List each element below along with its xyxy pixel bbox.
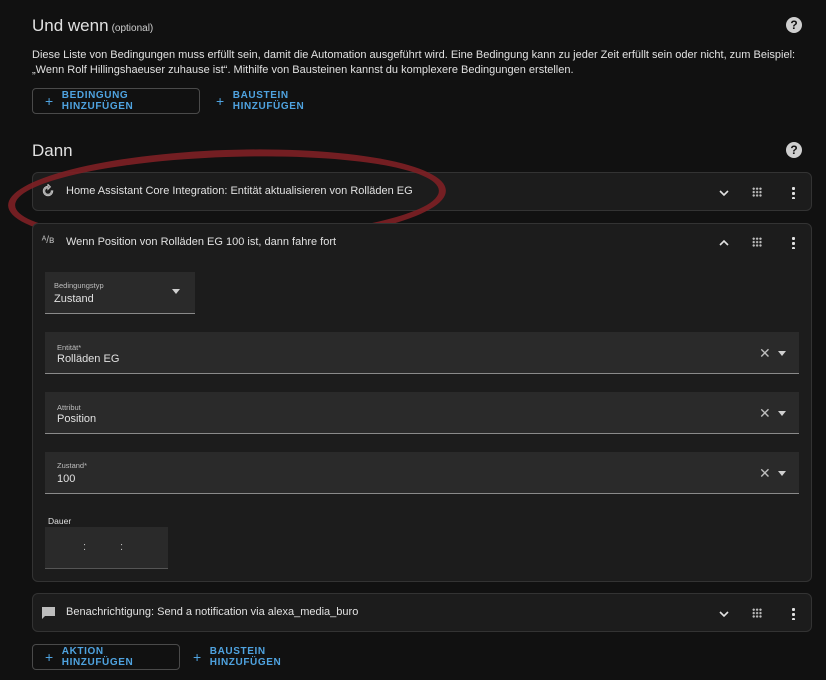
more-options-icon[interactable]: [792, 236, 795, 249]
duration-label: Dauer: [48, 516, 72, 526]
action-row-condition: ᴬ/ʙ Wenn Position von Rolläden EG 100 is…: [32, 223, 812, 582]
plus-icon: +: [45, 649, 54, 665]
entity-value: Rolläden EG: [57, 353, 120, 365]
drag-handle-icon[interactable]: [752, 187, 762, 197]
add-action-label: AKTION HINZUFÜGEN: [61, 646, 134, 668]
add-condition-button[interactable]: + BEDINGUNG HINZUFÜGEN: [32, 88, 200, 114]
plus-icon: +: [216, 93, 225, 109]
action-title: Benachrichtigung: Send a notification vi…: [66, 606, 359, 618]
attribute-label: Attribut: [57, 403, 81, 412]
duration-input[interactable]: : :: [45, 527, 168, 569]
drag-handle-icon[interactable]: [752, 237, 762, 247]
condition-type-value: Zustand: [54, 293, 94, 305]
action-title: Wenn Position von Rolläden EG 100 ist, d…: [66, 236, 337, 248]
attribute-field[interactable]: Attribut Position ✕: [45, 392, 799, 434]
add-condition-block-button[interactable]: + BAUSTEIN HINZUFÜGEN: [204, 88, 364, 114]
conditions-optional: (optional): [111, 23, 154, 34]
help-icon[interactable]: ?: [786, 17, 802, 33]
dropdown-arrow-icon[interactable]: [778, 471, 786, 477]
add-condition-block-label: BAUSTEIN HINZUFÜGEN: [232, 90, 305, 112]
drag-handle-icon[interactable]: [752, 608, 762, 618]
conditions-title: Und wenn: [32, 16, 109, 35]
state-label: Zustand*: [57, 461, 88, 470]
duration-separator: :: [120, 541, 124, 553]
ab-icon: ᴬ/ʙ: [41, 235, 55, 246]
more-options-icon[interactable]: [792, 186, 795, 199]
help-icon[interactable]: ?: [786, 142, 802, 158]
clear-icon[interactable]: ✕: [759, 345, 771, 362]
entity-label: Entität*: [57, 343, 82, 352]
chevron-up-icon[interactable]: [719, 238, 729, 248]
chevron-down-icon[interactable]: [719, 609, 729, 619]
clear-icon[interactable]: ✕: [759, 465, 771, 482]
add-condition-label: BEDINGUNG HINZUFÜGEN: [61, 90, 134, 112]
add-action-block-button[interactable]: + BAUSTEIN HINZUFÜGEN: [181, 644, 341, 670]
attribute-value: Position: [57, 413, 97, 425]
clear-icon[interactable]: ✕: [759, 405, 771, 422]
add-action-block-label: BAUSTEIN HINZUFÜGEN: [209, 646, 282, 668]
plus-icon: +: [193, 649, 202, 665]
condition-type-select[interactable]: Bedingungstyp Zustand: [45, 272, 195, 314]
dropdown-arrow-icon[interactable]: [778, 351, 786, 357]
dropdown-arrow-icon: [172, 289, 180, 294]
conditions-description: Diese Liste von Bedingungen muss erfüllt…: [32, 49, 796, 76]
entity-field[interactable]: Entität* Rolläden EG ✕: [45, 332, 799, 374]
dropdown-arrow-icon[interactable]: [778, 411, 786, 417]
actions-title: Dann: [32, 141, 73, 160]
state-field[interactable]: Zustand* 100 ✕: [45, 452, 799, 494]
message-icon: [42, 607, 55, 619]
plus-icon: +: [45, 93, 54, 109]
conditions-heading: Und wenn (optional): [32, 16, 153, 36]
more-options-icon[interactable]: [792, 607, 795, 620]
condition-type-label: Bedingungstyp: [54, 281, 104, 290]
state-value: 100: [57, 473, 76, 485]
add-action-button[interactable]: + AKTION HINZUFÜGEN: [32, 644, 180, 670]
action-row-notification[interactable]: Benachrichtigung: Send a notification vi…: [32, 593, 812, 632]
duration-separator: :: [83, 541, 87, 553]
chevron-down-icon[interactable]: [719, 188, 729, 198]
